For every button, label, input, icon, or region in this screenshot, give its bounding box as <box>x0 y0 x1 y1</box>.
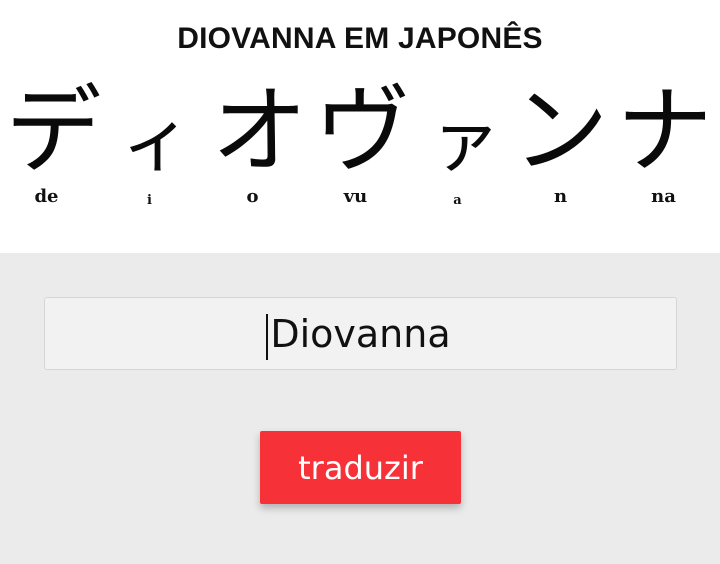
katakana-character: ナ <box>616 75 713 187</box>
page-title: DIOVANNA EM JAPONÊS <box>177 22 543 55</box>
text-cursor <box>266 314 268 360</box>
romaji-syllable: a <box>453 193 462 208</box>
translate-button[interactable]: traduzir <box>260 431 461 504</box>
katakana-character: ン <box>512 75 609 187</box>
katakana-character: ヴ <box>314 75 411 187</box>
romaji-translation: de i o vu a n na <box>0 186 720 216</box>
katakana-character: デ <box>5 75 102 187</box>
katakana-character: オ <box>211 75 308 187</box>
romaji-syllable: de <box>34 186 59 207</box>
romaji-syllable: o <box>246 186 259 207</box>
translation-form: traduzir <box>0 253 720 564</box>
name-input[interactable] <box>44 297 677 370</box>
romaji-syllable: vu <box>343 186 368 207</box>
header-section: DIOVANNA EM JAPONÊS デ ィ オ ヴ ァ ン ナ de i o… <box>0 0 720 253</box>
romaji-syllable: n <box>553 186 568 207</box>
romaji-syllable: i <box>147 193 152 208</box>
katakana-translation: デ ィ オ ヴ ァ ン ナ <box>0 76 720 186</box>
romaji-syllable: na <box>651 186 676 207</box>
